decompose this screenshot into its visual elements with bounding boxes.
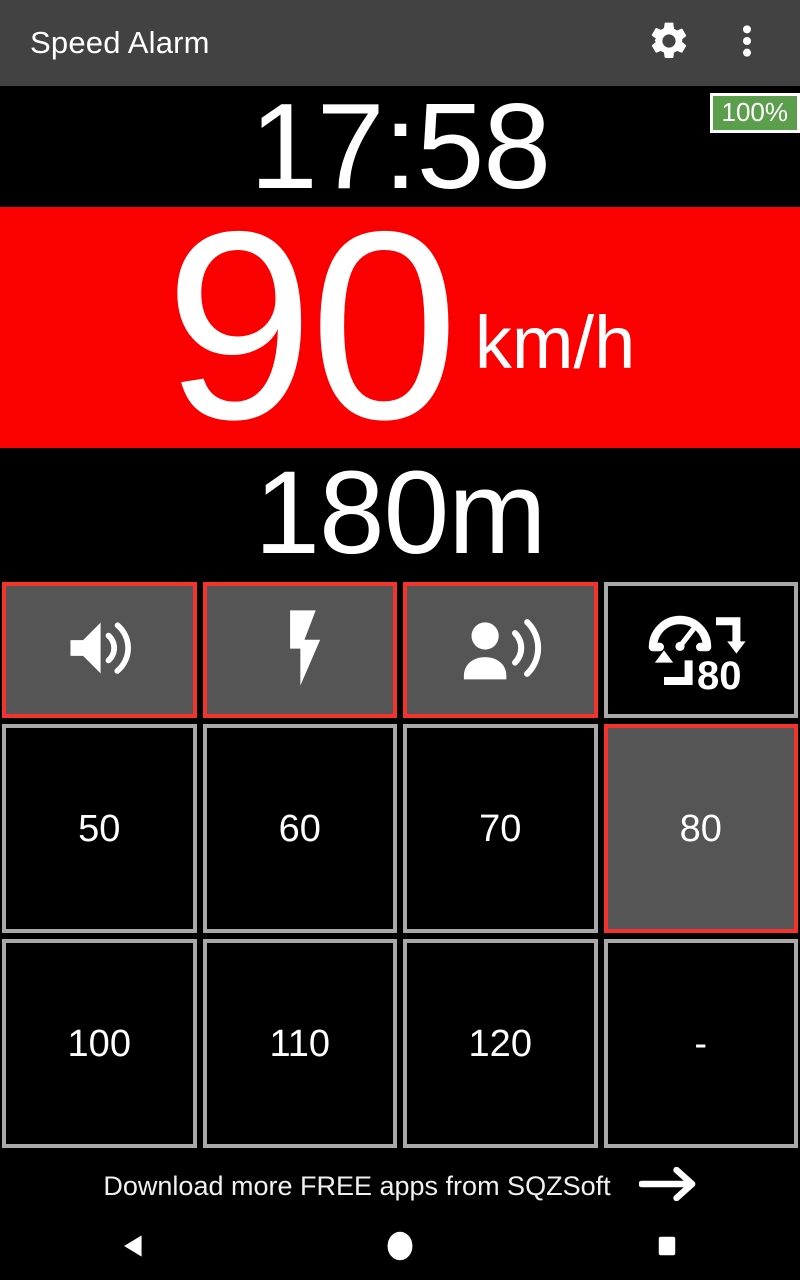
person-speaking-icon xyxy=(458,610,542,691)
preset-label: 120 xyxy=(468,1022,532,1065)
gear-icon xyxy=(647,19,691,68)
app-screen: Speed Alarm 17:58 100% 90 km/h 180m 80 5… xyxy=(0,0,800,1280)
speed-banner: 90 km/h xyxy=(0,174,800,475)
preset-button-80-selected[interactable]: 80 xyxy=(603,724,798,933)
volume-up-icon xyxy=(61,610,137,691)
preset-button-none[interactable]: - xyxy=(603,939,798,1148)
distance-display: 180m xyxy=(254,447,546,579)
overflow-menu-button[interactable] xyxy=(716,12,778,74)
nav-recents-button[interactable] xyxy=(607,1217,727,1280)
current-speed-value: 90 xyxy=(164,174,459,475)
control-grid: 80 50 60 70 80 100 110 120 - xyxy=(2,582,798,1148)
preset-button-100[interactable]: 100 xyxy=(2,939,197,1148)
app-bar-actions xyxy=(638,12,800,74)
preset-button-70[interactable]: 70 xyxy=(403,724,598,933)
speedometer-limit-icon: 80 xyxy=(641,600,761,701)
voice-alert-toggle[interactable] xyxy=(403,582,598,718)
arrow-right-icon xyxy=(637,1166,697,1206)
flash-alert-toggle[interactable] xyxy=(202,582,397,718)
preset-button-110[interactable]: 110 xyxy=(202,939,397,1148)
nav-back-button[interactable] xyxy=(73,1217,193,1280)
page-title: Speed Alarm xyxy=(30,25,210,60)
preset-label: 110 xyxy=(269,1022,331,1065)
preset-row-3: 100 110 120 - xyxy=(2,939,798,1148)
triangle-back-icon xyxy=(122,1234,144,1263)
preset-button-120[interactable]: 120 xyxy=(403,939,598,1148)
preset-button-60[interactable]: 60 xyxy=(202,724,397,933)
preset-label: 50 xyxy=(78,807,121,850)
battery-status-badge: 100% xyxy=(709,93,800,133)
preset-button-50[interactable]: 50 xyxy=(2,724,197,933)
preset-label: 100 xyxy=(67,1022,131,1065)
more-vertical-icon xyxy=(742,21,752,66)
square-recents-icon xyxy=(656,1234,678,1263)
preset-label: 70 xyxy=(479,807,522,850)
promo-text: Download more FREE apps from SQZSoft xyxy=(103,1171,611,1201)
app-bar: Speed Alarm xyxy=(0,0,800,86)
lightning-bolt-icon xyxy=(264,607,336,694)
settings-button[interactable] xyxy=(638,12,700,74)
nav-home-button[interactable] xyxy=(340,1217,460,1280)
preset-label: 80 xyxy=(679,807,722,850)
preset-label: - xyxy=(694,1022,708,1065)
android-nav-bar xyxy=(0,1217,800,1280)
preset-label: 60 xyxy=(278,807,321,850)
svg-text:80: 80 xyxy=(697,653,742,695)
speed-limit-auto-button[interactable]: 80 xyxy=(603,582,798,718)
promo-banner[interactable]: Download more FREE apps from SQZSoft xyxy=(0,1155,800,1217)
speed-unit-label: km/h xyxy=(474,300,636,384)
toggle-row: 80 xyxy=(2,582,798,718)
sound-alert-toggle[interactable] xyxy=(2,582,197,718)
circle-home-icon xyxy=(387,1231,413,1266)
preset-row-2: 50 60 70 80 xyxy=(2,724,798,933)
